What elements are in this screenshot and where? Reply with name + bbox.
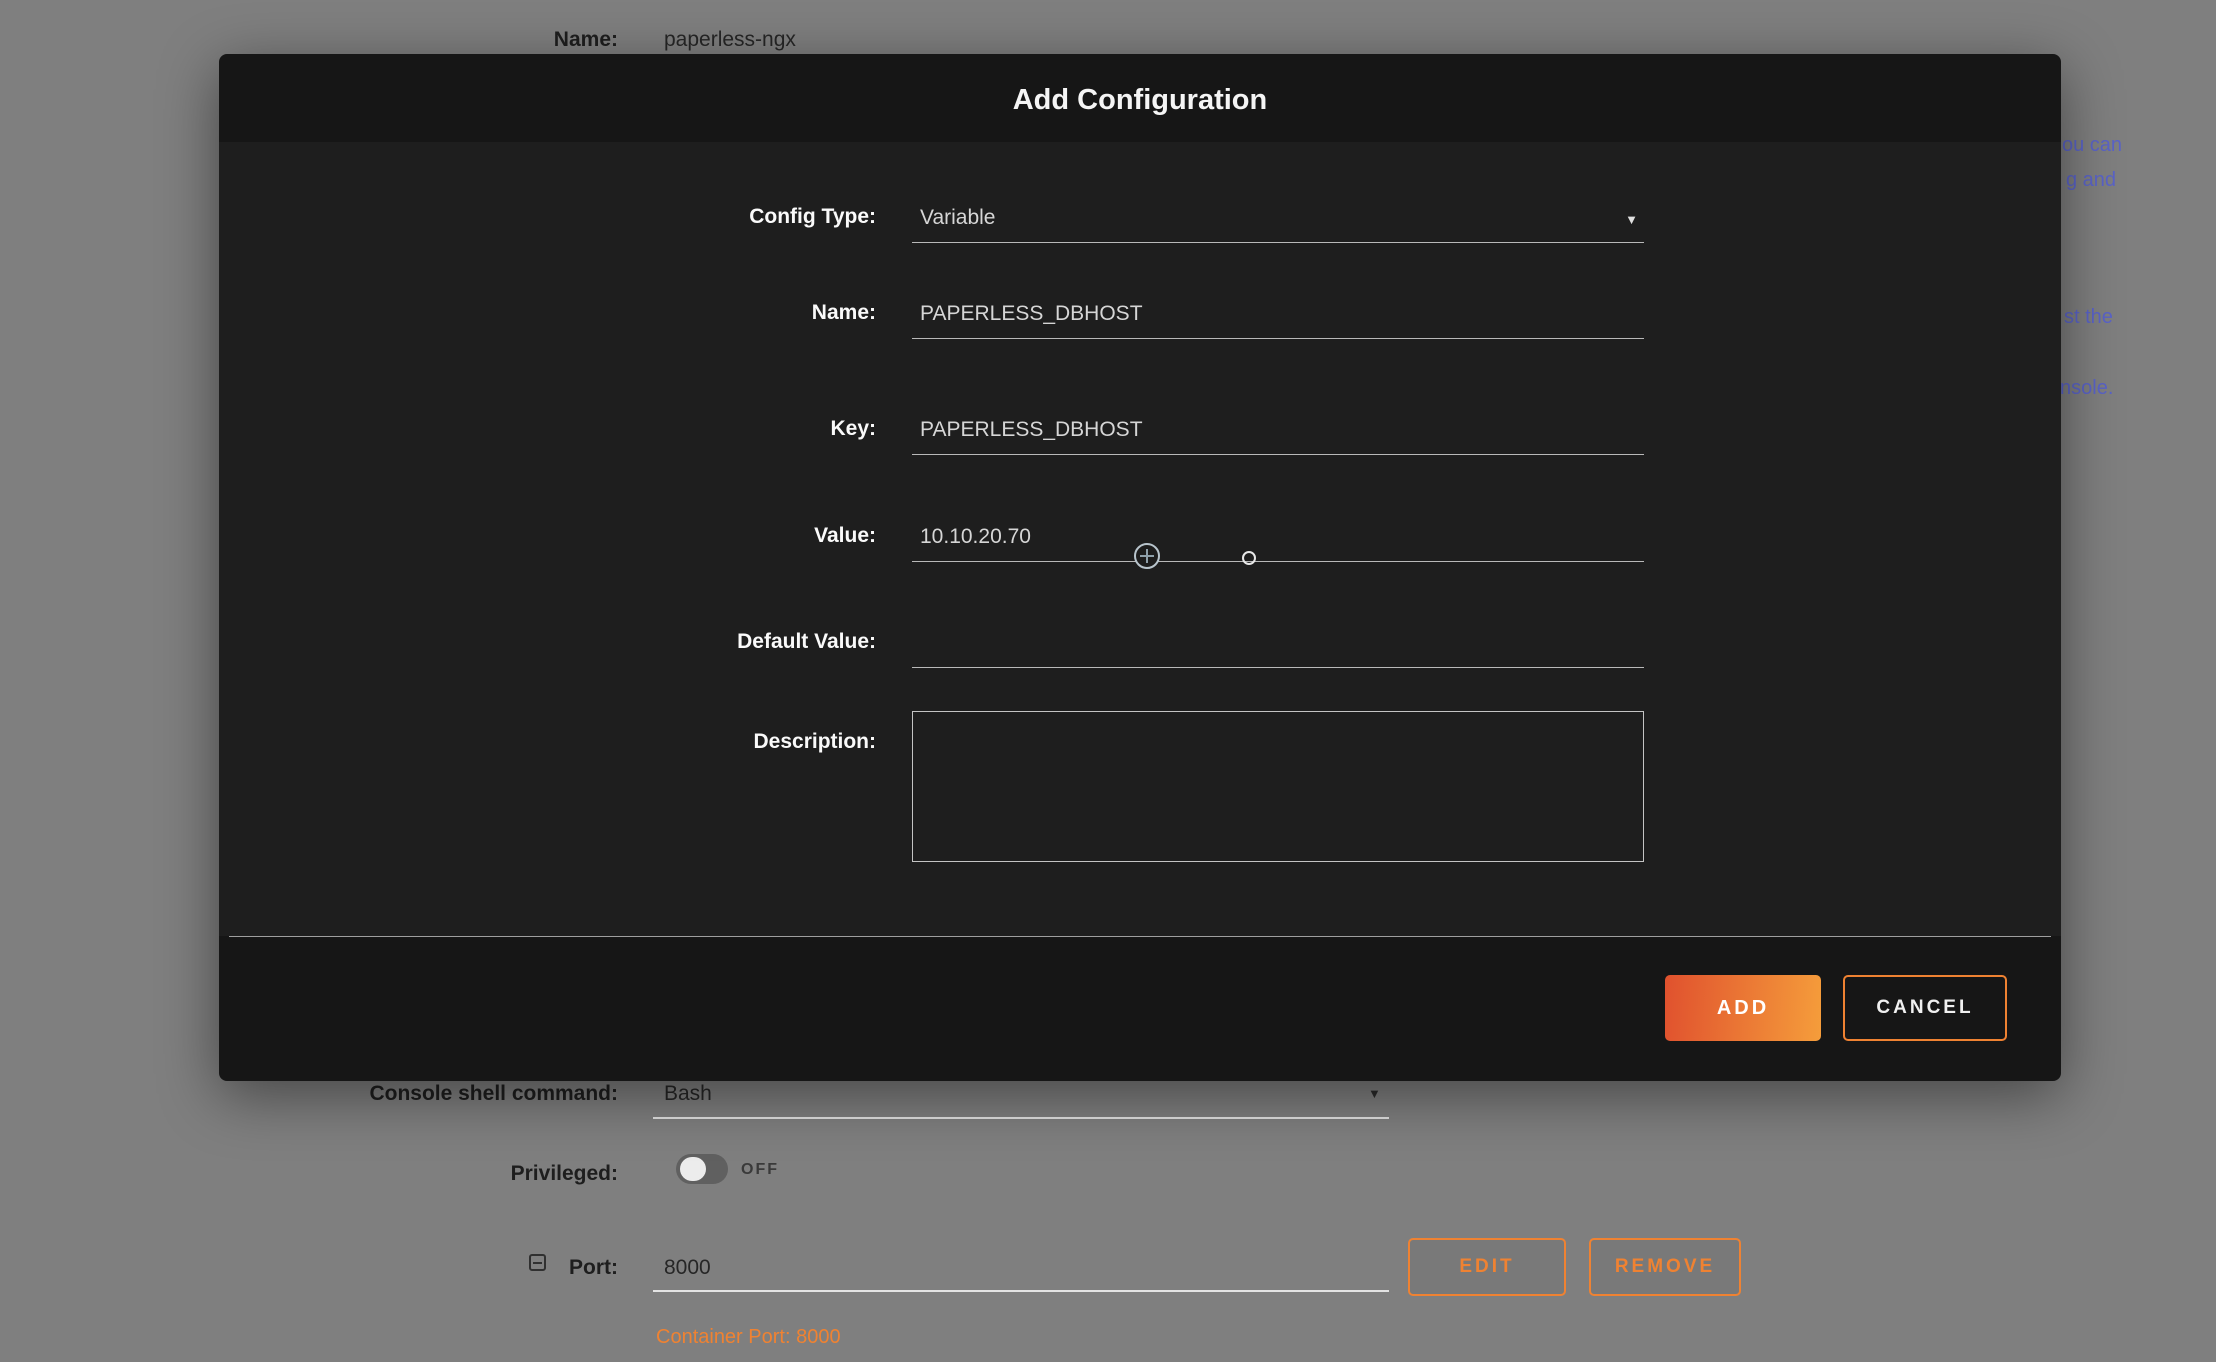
cursor-dot-icon	[1242, 551, 1256, 565]
cancel-button[interactable]: CANCEL	[1843, 975, 2007, 1041]
add-button[interactable]: ADD	[1665, 975, 1821, 1041]
privileged-label: Privileged:	[118, 1162, 618, 1186]
port-label: Port:	[118, 1256, 618, 1280]
config-type-value: Variable	[920, 206, 996, 230]
default-value-label: Default Value:	[219, 630, 876, 668]
key-row: Key:	[219, 409, 2061, 455]
edit-button[interactable]: EDIT	[1408, 1238, 1566, 1296]
key-input[interactable]	[912, 418, 1644, 442]
console-shell-underline	[653, 1117, 1389, 1119]
cursor-crosshair-icon	[1134, 543, 1160, 569]
chevron-down-icon: ▼	[1368, 1086, 1381, 1101]
crosshair-vertical-line	[1146, 549, 1148, 563]
description-label: Description:	[219, 730, 876, 754]
value-label: Value:	[219, 524, 876, 562]
console-shell-select[interactable]: Bash	[664, 1082, 712, 1106]
default-value-input[interactable]	[912, 631, 1644, 655]
name-row: Name:	[219, 293, 2061, 339]
help-text-fragment: nsole.	[2060, 377, 2113, 400]
description-textarea[interactable]	[912, 711, 1644, 862]
bg-name-label: Name:	[118, 28, 618, 52]
privileged-state-text: OFF	[741, 1161, 779, 1179]
chevron-down-icon: ▼	[1625, 209, 1644, 230]
bg-name-value: paperless-ngx	[664, 28, 796, 52]
remove-button[interactable]: REMOVE	[1589, 1238, 1741, 1296]
console-shell-label: Console shell command:	[118, 1082, 618, 1106]
key-label: Key:	[219, 417, 876, 455]
config-type-row: Config Type: Variable ▼	[219, 197, 2061, 243]
port-value[interactable]: 8000	[664, 1256, 711, 1280]
name-label: Name:	[219, 301, 876, 339]
privileged-toggle[interactable]	[676, 1154, 728, 1184]
modal-title: Add Configuration	[219, 84, 2061, 117]
modal-footer-divider	[229, 936, 2051, 937]
default-value-row: Default Value:	[219, 622, 2061, 668]
value-input[interactable]	[912, 525, 1644, 549]
port-underline	[653, 1290, 1389, 1292]
toggle-knob	[680, 1157, 706, 1181]
container-port-text: Container Port: 8000	[656, 1326, 841, 1349]
help-text-fragment: st the	[2064, 306, 2113, 329]
config-type-label: Config Type:	[219, 205, 876, 243]
config-type-select[interactable]: Variable ▼	[912, 206, 1644, 230]
help-text-fragment: ou can	[2062, 134, 2122, 157]
name-input[interactable]	[912, 302, 1644, 326]
help-text-fragment: g and	[2066, 169, 2116, 192]
